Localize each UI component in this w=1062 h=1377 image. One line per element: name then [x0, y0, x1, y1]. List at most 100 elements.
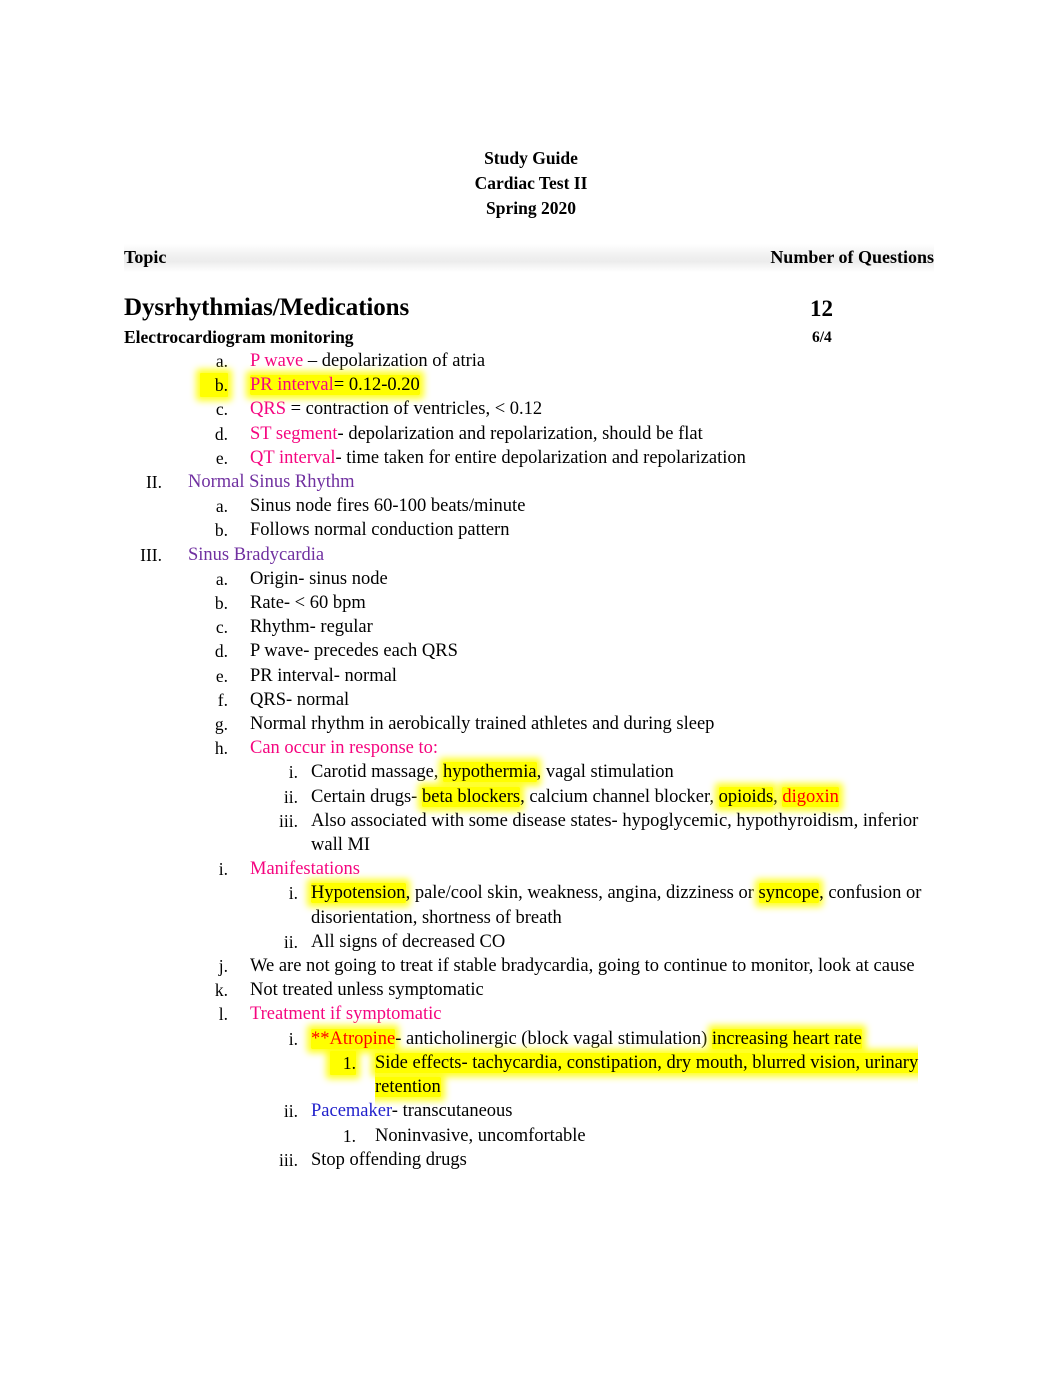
highlight-increasing-heart-rate: increasing heart rate: [711, 1028, 862, 1049]
list-marker: b.: [214, 593, 228, 614]
term-st-segment: ST segment: [250, 423, 338, 444]
list-marker: a.: [215, 351, 228, 371]
term-qt-interval: QT interval: [250, 447, 336, 468]
list-item: i. Hypotension, pale/cool skin, weakness…: [0, 881, 1062, 929]
list-item-text: Carotid massage, hypothermia, vagal stim…: [311, 760, 940, 784]
list-item-text: Noninvasive, uncomfortable: [375, 1125, 586, 1146]
list-marker: d.: [214, 423, 228, 444]
list-marker: g.: [214, 714, 228, 735]
list-item-text: Side effects- tachycardia, constipation,…: [375, 1051, 934, 1099]
list-item: II. Normal Sinus Rhythm: [0, 470, 1062, 494]
list-item: j. We are not going to treat if stable b…: [0, 954, 1062, 978]
list-marker: d.: [214, 641, 228, 662]
highlight-opioids: opioids: [718, 786, 774, 807]
list-marker: h.: [214, 738, 228, 759]
highlight-hypotension: Hypotension: [311, 883, 406, 904]
list-marker: l.: [218, 1004, 228, 1025]
term-p-wave: P wave: [250, 351, 304, 371]
section-heading-row: Dysrhythmias/Medications 12: [124, 293, 934, 325]
text-mid: , pale/cool skin, weakness, angina, dizz…: [405, 883, 759, 904]
highlight-digoxin: digoxin: [782, 786, 839, 807]
highlight-beta-blockers: beta blockers: [421, 786, 521, 807]
list-item-text: ST segment- depolarization and repolariz…: [250, 422, 936, 446]
list-item: e. PR interval- normal: [0, 664, 1062, 688]
text-mid: , calcium channel blocker,: [520, 786, 719, 807]
list-item: 1. Noninvasive, uncomfortable: [0, 1124, 1062, 1148]
list-item-text: QT interval- time taken for entire depol…: [250, 446, 936, 470]
list-item-text: Rhythm- regular: [250, 617, 373, 638]
list-marker: b.: [200, 373, 228, 398]
list-item-text: **Atropine- anticholinergic (block vagal…: [311, 1027, 940, 1051]
term-pr-interval-desc: = 0.12-0.20: [333, 375, 420, 396]
term-p-wave-desc: – depolarization of atria: [303, 351, 486, 371]
list-item: III. Sinus Bradycardia: [0, 543, 1062, 567]
list-item-text: QRS = contraction of ventricles, < 0.12: [250, 397, 936, 421]
list-item-text: All signs of decreased CO: [311, 931, 506, 952]
list-marker: a.: [215, 496, 228, 517]
term-qt-interval-desc: - time taken for entire depolarization a…: [335, 447, 746, 468]
list-item: d. P wave- precedes each QRS: [0, 639, 1062, 663]
list-item: c. Rhythm- regular: [0, 615, 1062, 639]
list-marker: ii.: [283, 931, 298, 952]
list-item: i. Manifestations: [0, 857, 1062, 881]
subsection-heading-count: 6/4: [812, 329, 832, 346]
title-line-2: Cardiac Test II: [474, 173, 588, 193]
list-marker: c.: [215, 617, 228, 638]
list-marker: ii.: [283, 1101, 298, 1122]
document-title: Study Guide Cardiac Test II Spring 2020: [0, 146, 1062, 221]
list-marker: b.: [214, 520, 228, 541]
list-marker: e.: [215, 447, 228, 468]
highlight-syncope: syncope: [758, 883, 820, 904]
list-marker: II.: [145, 472, 162, 493]
column-header-questions: Number of Questions: [770, 247, 934, 267]
list-item: a. Sinus node fires 60-100 beats/minute: [0, 494, 1062, 518]
list-item: ii. Certain drugs- beta blockers, calciu…: [0, 785, 1062, 809]
title-line-1: Study Guide: [484, 148, 578, 168]
list-marker: e.: [215, 665, 228, 686]
list-item-text: Origin- sinus node: [250, 568, 388, 589]
list-item: ii. All signs of decreased CO: [0, 930, 1062, 954]
list-item-text: Hypotension, pale/cool skin, weakness, a…: [311, 881, 940, 929]
highlight-hypothermia: hypothermia: [443, 762, 537, 783]
list-item-text: Pacemaker- transcutaneous: [311, 1099, 940, 1123]
list-item-text: Follows normal conduction pattern: [250, 520, 510, 541]
list-marker: i.: [288, 1028, 298, 1049]
list-item-text: PR interval= 0.12-0.20: [250, 373, 936, 397]
list-item: g. Normal rhythm in aerobically trained …: [0, 712, 1062, 736]
outline-list: a. P wave – depolarization of atria b. P…: [0, 349, 1062, 1172]
document-page: Study Guide Cardiac Test II Spring 2020 …: [0, 0, 1062, 1377]
heading-sinus-bradycardia: Sinus Bradycardia: [188, 544, 325, 565]
list-marker: i.: [288, 762, 298, 783]
list-item: iii. Also associated with some disease s…: [0, 809, 1062, 857]
list-marker: c.: [215, 399, 228, 420]
section-heading-label: Dysrhythmias/Medications: [124, 294, 410, 321]
heading-normal-sinus-rhythm: Normal Sinus Rhythm: [188, 472, 355, 493]
term-pr-interval: PR interval: [250, 375, 334, 396]
list-item: h. Can occur in response to:: [0, 736, 1062, 760]
column-header-topic: Topic: [124, 247, 167, 267]
list-marker: a.: [215, 568, 228, 589]
text-mid: - anticholinergic (block vagal stimulati…: [395, 1028, 712, 1049]
list-item-text: P wave – depolarization of atria: [250, 349, 936, 373]
list-item: c. QRS = contraction of ventricles, < 0.…: [0, 397, 1062, 421]
list-item: iii. Stop offending drugs: [0, 1148, 1062, 1172]
list-marker: iii.: [279, 1149, 298, 1170]
text-pre: Certain drugs-: [311, 786, 422, 807]
list-item: ii. Pacemaker- transcutaneous: [0, 1099, 1062, 1123]
list-item: k. Not treated unless symptomatic: [0, 978, 1062, 1002]
list-item-text: PR interval- normal: [250, 665, 397, 686]
list-marker: i.: [288, 883, 298, 904]
section-heading-count: 12: [810, 296, 833, 321]
list-item-text: P wave- precedes each QRS: [250, 641, 458, 662]
text-pre: Carotid massage,: [311, 762, 444, 783]
list-marker: k.: [214, 980, 228, 1001]
subsection-heading-row: Electrocardiogram monitoring 6/4: [124, 326, 934, 348]
highlight-atropine: **Atropine: [311, 1028, 396, 1049]
list-marker: i.: [218, 859, 228, 880]
list-item: a. P wave – depolarization of atria: [0, 349, 1062, 373]
term-pacemaker: Pacemaker: [311, 1101, 392, 1122]
title-line-3: Spring 2020: [486, 198, 576, 218]
list-marker: ii.: [283, 786, 298, 807]
list-item-text: QRS- normal: [250, 689, 350, 710]
list-item-text: Normal rhythm in aerobically trained ath…: [250, 714, 715, 735]
